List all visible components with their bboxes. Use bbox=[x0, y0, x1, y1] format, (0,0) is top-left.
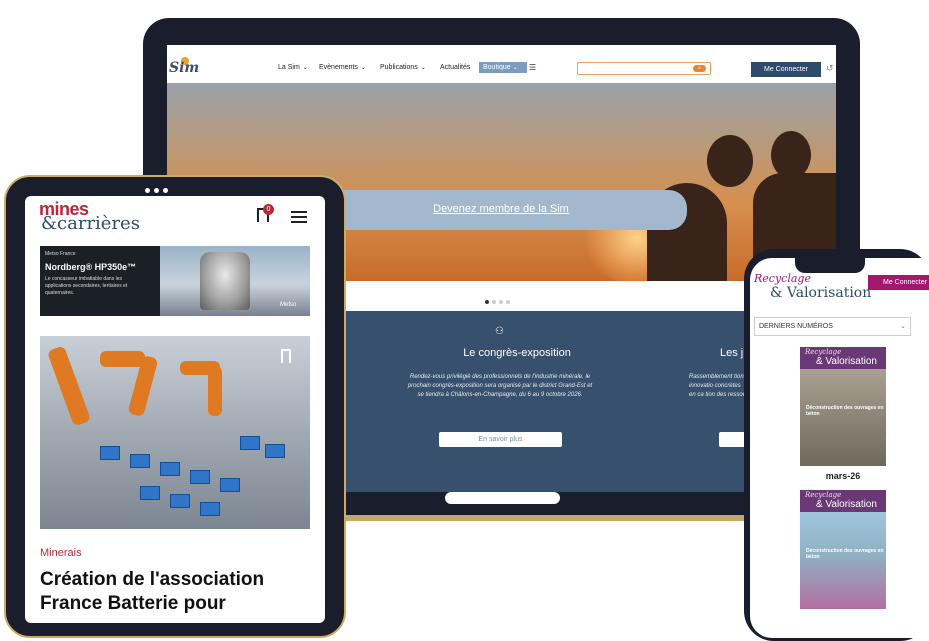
issue-date[interactable]: mars-26 bbox=[800, 471, 886, 481]
search-icon[interactable]: ⌕ bbox=[693, 65, 706, 72]
login-button[interactable]: Me Connecter bbox=[868, 275, 929, 290]
battery-cell bbox=[200, 502, 220, 516]
recyclage-logo-sub[interactable]: & Valorisation bbox=[770, 285, 871, 301]
chevron-down-icon: ⌄ bbox=[900, 323, 906, 330]
robot-arm bbox=[100, 351, 145, 367]
dropdown-label: DERNIERS NUMÉROS bbox=[759, 323, 833, 330]
phone-notch bbox=[795, 258, 865, 273]
login-button[interactable]: Me Connecter bbox=[751, 62, 821, 77]
membership-banner[interactable]: Devenez membre de la Sim bbox=[315, 190, 687, 230]
nav-label: Evènements bbox=[319, 64, 358, 71]
cover-title: Recyclage bbox=[805, 491, 842, 499]
nav-label: La Sim bbox=[278, 64, 300, 71]
nav-item-actualites[interactable]: Actualités bbox=[440, 64, 470, 71]
slider-dot[interactable] bbox=[492, 300, 496, 304]
refresh-icon[interactable]: ↺ bbox=[826, 63, 834, 74]
section-title: Les j bbox=[720, 347, 744, 359]
battery-cell bbox=[240, 436, 260, 450]
section-text: Rendez-vous privilégié des professionnel… bbox=[407, 374, 593, 398]
nav-item-boutique[interactable]: Boutique ⌄ bbox=[479, 62, 527, 73]
cover-header: Recyclage & Valorisation bbox=[800, 347, 886, 369]
learn-more-button[interactable]: En savoir plus bbox=[439, 432, 562, 447]
article-category[interactable]: Minerais bbox=[40, 547, 82, 559]
nav-label: Publications bbox=[380, 64, 418, 71]
cover-caption: Déconstruction des ouvrages en béton bbox=[806, 405, 884, 417]
battery-cell bbox=[100, 446, 120, 460]
chevron-down-icon: ⌄ bbox=[302, 65, 308, 71]
cover-image bbox=[800, 369, 886, 466]
section-title: Le congrès-exposition bbox=[463, 347, 571, 359]
nav-item-evenements[interactable]: Evènements ⌄ bbox=[319, 64, 366, 71]
cover-title-sub: & Valorisation bbox=[816, 499, 877, 510]
shop-label: Boutique bbox=[483, 64, 511, 71]
sim-logo[interactable]: Sim bbox=[169, 60, 199, 76]
slider-dots[interactable] bbox=[485, 291, 513, 309]
cover-title-sub: & Valorisation bbox=[816, 356, 877, 367]
nav-item-publications[interactable]: Publications ⌄ bbox=[380, 64, 426, 71]
section-text: Rassemblement tions, innovatio concrètes… bbox=[689, 374, 749, 398]
battery-cell bbox=[190, 470, 210, 484]
magazine-cover[interactable]: Recyclage & Valorisation Déconstruction … bbox=[800, 347, 886, 466]
robot-arm bbox=[208, 366, 222, 416]
slider-dot[interactable] bbox=[506, 300, 510, 304]
ad-logo: Metso bbox=[280, 302, 297, 308]
robot-arm bbox=[46, 345, 92, 427]
recyclage-logo[interactable]: Recyclage bbox=[754, 272, 811, 285]
list-icon[interactable]: ☰ bbox=[529, 63, 536, 72]
phone-screen: Recyclage & Valorisation Me Connecter DE… bbox=[750, 258, 929, 638]
slider-dot[interactable] bbox=[485, 300, 489, 304]
battery-cell bbox=[220, 478, 240, 492]
notification-badge: 0 bbox=[263, 204, 274, 215]
ad-title: Nordberg® HP350e™ bbox=[45, 262, 137, 272]
ad-text: Le concasseur imbattable dans les applic… bbox=[45, 276, 128, 296]
battery-cell bbox=[140, 486, 160, 500]
laptop-trackpad bbox=[445, 492, 560, 504]
cover-title: Recyclage bbox=[805, 348, 842, 356]
cover-caption: Déconstruction des ouvrages en béton bbox=[806, 548, 884, 560]
battery-cell bbox=[265, 444, 285, 458]
mines-carrieres-logo-sub[interactable]: &carrières bbox=[41, 213, 140, 234]
battery-cell bbox=[170, 494, 190, 508]
magazine-cover[interactable]: Recyclage & Valorisation Déconstruction … bbox=[800, 490, 886, 609]
battery-cell bbox=[160, 462, 180, 476]
article-title[interactable]: Création de l'association France Batteri… bbox=[40, 568, 315, 616]
article-image[interactable] bbox=[40, 336, 310, 529]
chevron-down-icon: ⌄ bbox=[512, 65, 518, 71]
crusher-image bbox=[200, 252, 250, 310]
people-icon: ⚇ bbox=[495, 326, 504, 337]
chevron-down-icon: ⌄ bbox=[360, 65, 366, 71]
battery-cell bbox=[130, 454, 150, 468]
ad-brand: Metso France bbox=[45, 251, 76, 257]
chevron-down-icon: ⌄ bbox=[420, 65, 426, 71]
worker-head bbox=[771, 131, 811, 179]
advertisement-banner[interactable]: Metso France Nordberg® HP350e™ Le concas… bbox=[40, 246, 310, 316]
membership-link[interactable]: Devenez membre de la Sim bbox=[315, 203, 687, 215]
worker-head bbox=[707, 135, 753, 187]
cover-image bbox=[800, 512, 886, 609]
menu-icon[interactable] bbox=[291, 211, 307, 226]
issues-dropdown[interactable]: DERNIERS NUMÉROS ⌄ bbox=[754, 317, 911, 336]
search-input[interactable]: ⌕ bbox=[577, 62, 711, 75]
cover-header: Recyclage & Valorisation bbox=[800, 490, 886, 512]
tablet-screen: mines &carrières 0 Metso France Nordberg… bbox=[25, 196, 325, 623]
nav-item-la-sim[interactable]: La Sim ⌄ bbox=[278, 64, 308, 71]
nav-label: Actualités bbox=[440, 64, 471, 71]
save-article-icon[interactable] bbox=[281, 349, 291, 363]
slider-dot[interactable] bbox=[499, 300, 503, 304]
